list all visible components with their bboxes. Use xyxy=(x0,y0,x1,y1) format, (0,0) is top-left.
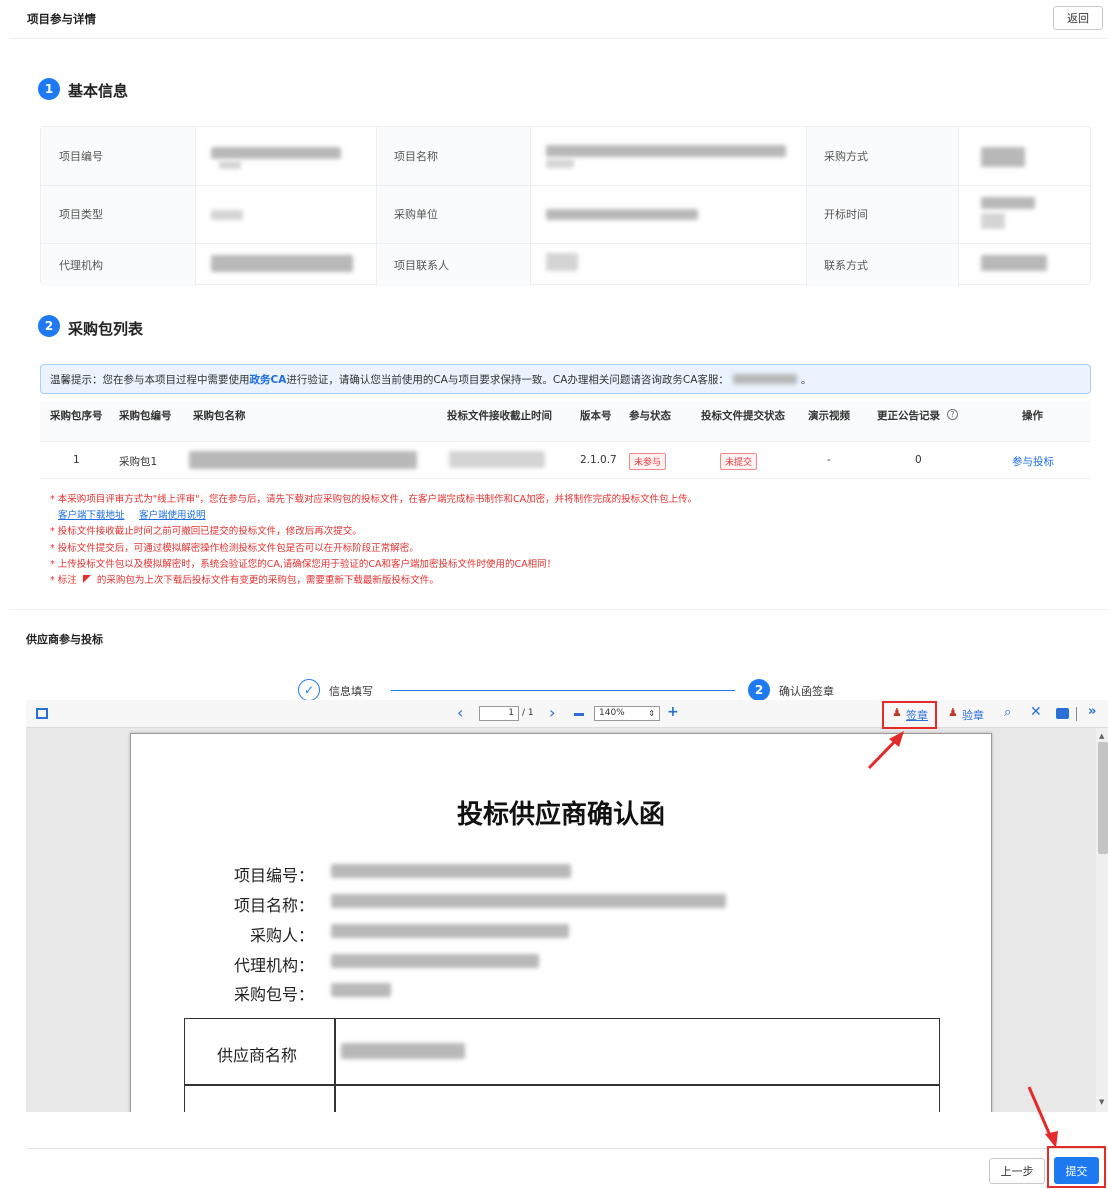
annotation-arrows xyxy=(867,731,1058,1148)
submit-arrow-icon xyxy=(1027,1086,1058,1148)
sign-arrow-icon xyxy=(867,731,904,770)
